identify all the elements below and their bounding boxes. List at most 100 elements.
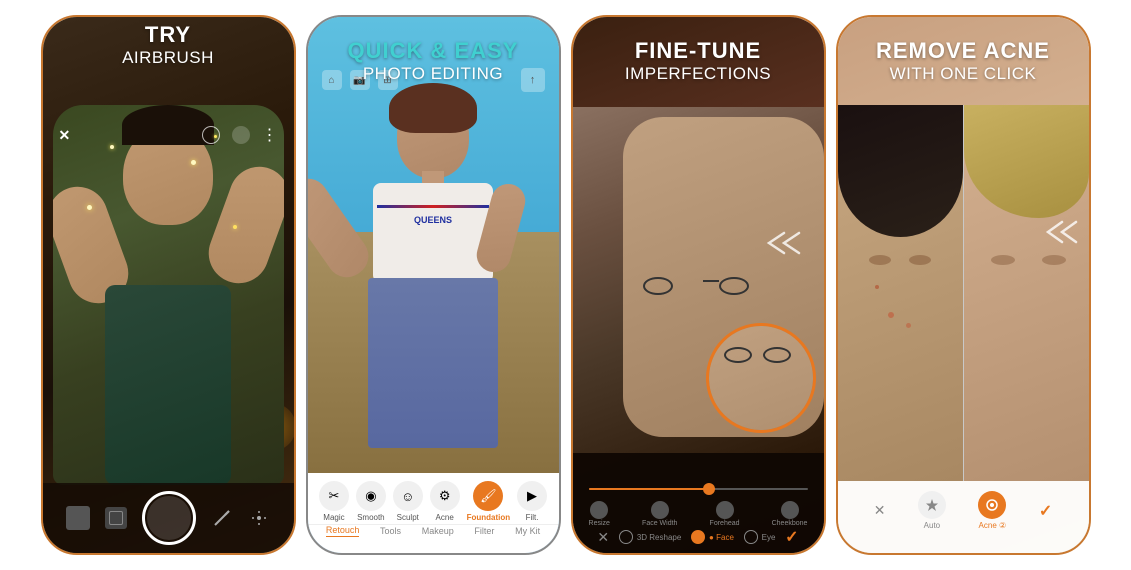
check-icon-4[interactable]: ✓ xyxy=(1039,501,1052,521)
tab-mykit[interactable]: My Kit xyxy=(515,526,540,536)
grid-icon[interactable] xyxy=(105,507,127,529)
before-after-area xyxy=(838,105,1089,481)
capture-inner xyxy=(147,496,191,540)
card2-headline1: QUICK & EASY xyxy=(308,39,559,63)
acne-label: Acne xyxy=(436,513,454,522)
phone-card-2: QUEENS ⌂ 📷 ⊞ ↑ QUICK & EASY PHOTO EDITIN… xyxy=(306,15,561,555)
eye-nav-label: Eye xyxy=(762,533,776,542)
face-opt-width[interactable]: Face Width xyxy=(642,501,677,527)
card1-topbar: ✕ ⋮ xyxy=(43,125,294,145)
card2-toolbar-tabs: Retouch Tools Makeup Filter My Kit xyxy=(308,524,559,543)
toolbar-smooth[interactable]: ◉ Smooth xyxy=(356,481,386,522)
card4-bottom-bar: ✕ Auto Acne ② ✓ xyxy=(838,481,1089,553)
sculpt-icon: ☺ xyxy=(393,481,423,511)
sparkle-1 xyxy=(110,145,114,149)
cheekbone-label: Cheekbone xyxy=(772,520,808,527)
nav-face[interactable]: ● Face xyxy=(691,530,734,544)
foundation-icon: 🖌 xyxy=(473,481,503,511)
acne-dot-3 xyxy=(875,285,879,289)
eye-left-4b xyxy=(991,255,1015,265)
eye-nav-icon xyxy=(744,530,758,544)
card2-toolbar-icons: ✂ Magic ◉ Smooth ☺ Sculpt ⚙ Acne 🖌 Fo xyxy=(308,473,559,524)
face-before xyxy=(838,105,963,481)
acne-tool-icon xyxy=(978,491,1006,519)
circle-glasses-left xyxy=(724,347,752,363)
slider-thumb xyxy=(703,483,715,495)
width-label: Face Width xyxy=(642,520,677,527)
width-dot xyxy=(651,501,669,519)
toolbar-acne[interactable]: ⚙ Acne xyxy=(430,481,460,522)
slider-fill xyxy=(589,488,709,490)
card3-headline: FINE-TUNE IMPERFECTIONS xyxy=(573,17,824,85)
face-opt-cheekbone[interactable]: Cheekbone xyxy=(772,501,808,527)
card2-headline: QUICK & EASY PHOTO EDITING xyxy=(308,17,559,85)
shirt-2: QUEENS xyxy=(373,183,493,283)
acne-icon: ⚙ xyxy=(430,481,460,511)
nav-reshape[interactable]: 3D Reshape xyxy=(619,530,681,544)
timer-icon[interactable] xyxy=(202,126,220,144)
toolbar-filter[interactable]: ▶ Filt. xyxy=(517,481,547,522)
face-icon[interactable] xyxy=(232,126,250,144)
card3-slider[interactable] xyxy=(589,481,808,497)
sculpt-label: Sculpt xyxy=(397,513,419,522)
forehead-dot xyxy=(716,501,734,519)
arrow-decoration-4 xyxy=(1036,218,1081,251)
close-icon[interactable]: ✕ xyxy=(59,127,71,144)
tab-makeup[interactable]: Makeup xyxy=(422,526,454,536)
reshape-icon xyxy=(619,530,633,544)
magic-icon: ✂ xyxy=(319,481,349,511)
acne-dot-2 xyxy=(906,323,911,328)
photo-area-3 xyxy=(573,107,824,453)
card1-headline2: AIRBRUSH xyxy=(59,47,278,69)
toolbar-sculpt[interactable]: ☺ Sculpt xyxy=(393,481,423,522)
top-icons-right: ⋮ xyxy=(202,125,278,145)
tab-retouch[interactable]: Retouch xyxy=(326,525,360,537)
card4-headline: REMOVE ACNE WITH ONE CLICK xyxy=(838,17,1089,85)
card4-headline2: WITH ONE CLICK xyxy=(838,63,1089,85)
tab-tools[interactable]: Tools xyxy=(380,526,401,536)
shirt-text: QUEENS xyxy=(414,215,452,225)
hat-4 xyxy=(838,105,963,237)
card3-headline2: IMPERFECTIONS xyxy=(573,63,824,85)
card1-header-text: TRY AIRBRUSH xyxy=(43,17,294,53)
person-2: QUEENS xyxy=(353,93,513,473)
eye-right-4 xyxy=(909,255,931,265)
face-opt-forehead[interactable]: Forehead xyxy=(710,501,740,527)
more-icon[interactable]: ⋮ xyxy=(262,125,278,145)
tab-filter[interactable]: Filter xyxy=(474,526,494,536)
capture-button[interactable] xyxy=(142,491,196,545)
toolbar-magic[interactable]: ✂ Magic xyxy=(319,481,349,522)
slider-track xyxy=(589,488,808,490)
card2-headline2: PHOTO EDITING xyxy=(308,63,559,85)
face-opt-resize[interactable]: Resize xyxy=(589,501,610,527)
thumbnail-icon[interactable] xyxy=(66,506,90,530)
card3-nav: ✕ 3D Reshape ● Face Eye ✓ xyxy=(573,527,824,547)
phone-card-3: FINE-TUNE IMPERFECTIONS Resize Face xyxy=(571,15,826,555)
divider-line xyxy=(963,105,964,481)
card1-bottom-toolbar xyxy=(43,483,294,553)
nav-eye[interactable]: Eye xyxy=(744,530,776,544)
comparison-circle xyxy=(706,323,816,433)
resize-label: Resize xyxy=(589,520,610,527)
card4-background xyxy=(838,17,1089,553)
close-icon-3[interactable]: ✕ xyxy=(597,529,609,546)
face-nav-label: ● Face xyxy=(709,533,734,542)
arrow-decoration xyxy=(754,228,804,263)
toolbar-foundation[interactable]: 🖌 Foundation xyxy=(467,481,511,522)
wand-icon[interactable] xyxy=(211,507,233,529)
sparkle-icon[interactable] xyxy=(248,507,270,529)
card2-bottom-toolbar: ✂ Magic ◉ Smooth ☺ Sculpt ⚙ Acne 🖌 Fo xyxy=(308,473,559,553)
auto-tool[interactable]: Auto xyxy=(918,491,946,530)
eye-left-4 xyxy=(869,255,891,265)
check-icon-3[interactable]: ✓ xyxy=(785,527,798,547)
jeans-2 xyxy=(368,278,498,448)
acne-tool[interactable]: Acne ② xyxy=(978,491,1006,530)
card4-icons-row: ✕ Auto Acne ② ✓ xyxy=(838,491,1089,530)
magic-label: Magic xyxy=(323,513,344,522)
smooth-icon: ◉ xyxy=(356,481,386,511)
cheekbone-dot xyxy=(781,501,799,519)
card3-headline1: FINE-TUNE xyxy=(573,39,824,63)
hair-4 xyxy=(964,105,1089,218)
close-icon-4[interactable]: ✕ xyxy=(874,502,886,519)
card1-headline1: TRY xyxy=(59,23,278,47)
